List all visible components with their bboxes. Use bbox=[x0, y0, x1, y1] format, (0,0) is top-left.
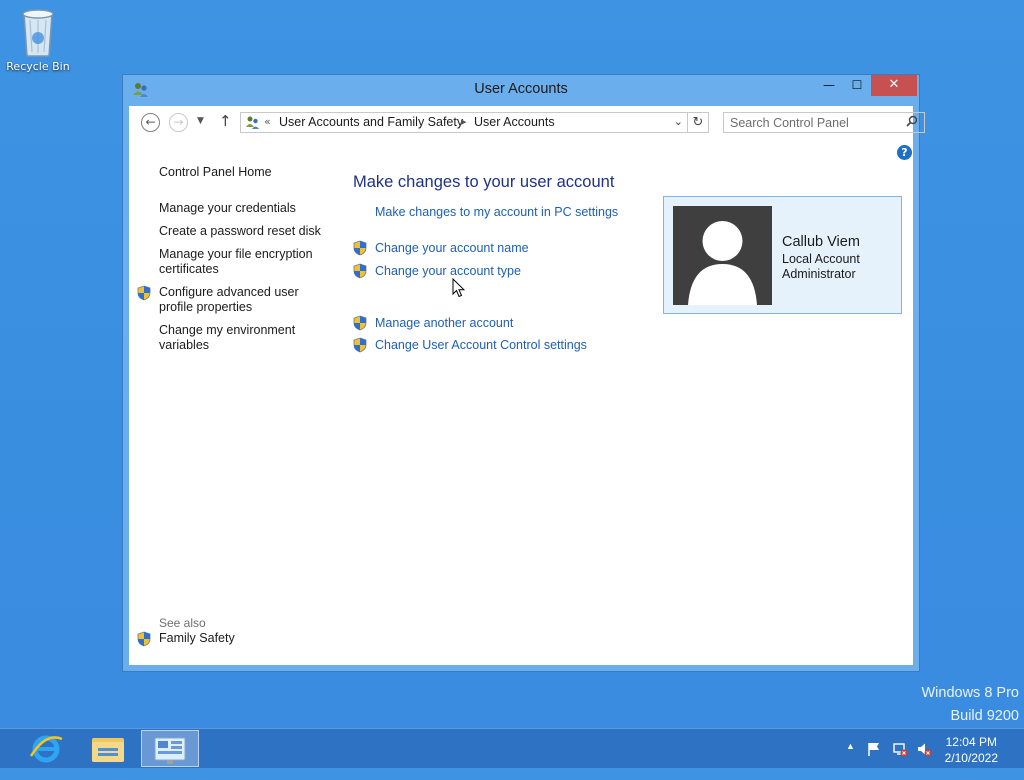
network-disconnected-icon[interactable] bbox=[892, 741, 908, 757]
search-box[interactable] bbox=[723, 112, 925, 133]
control-panel-icon bbox=[245, 115, 260, 130]
recycle-bin-label: Recycle Bin bbox=[6, 60, 70, 73]
refresh-button[interactable]: ↻ bbox=[688, 112, 709, 133]
recent-locations-dropdown[interactable]: ▼ bbox=[197, 116, 204, 126]
uac-shield-icon bbox=[353, 337, 367, 353]
change-account-type-link[interactable]: Change your account type bbox=[375, 264, 521, 279]
change-account-name-link[interactable]: Change your account name bbox=[375, 241, 529, 256]
recycle-bin-icon bbox=[18, 6, 58, 58]
user-avatar-icon bbox=[673, 206, 772, 305]
change-environment-variables-link[interactable]: Change my environment variables bbox=[159, 323, 309, 353]
account-name: Callub Viem bbox=[782, 234, 860, 250]
manage-credentials-link[interactable]: Manage your credentials bbox=[159, 201, 329, 216]
navigation-bar: ← → ▼ ↑ « User Accounts and Family Safet… bbox=[129, 106, 925, 140]
clock-time: 12:04 PM bbox=[945, 735, 997, 749]
manage-file-encryption-certificates-link[interactable]: Manage your file encryption certificates bbox=[159, 247, 319, 277]
title-bar[interactable]: User Accounts — ☐ ✕ bbox=[123, 75, 919, 105]
maximize-button[interactable]: ☐ bbox=[843, 75, 871, 96]
windows-edition-watermark: Windows 8 Pro bbox=[921, 685, 1019, 701]
search-icon[interactable] bbox=[906, 115, 918, 130]
uac-shield-icon bbox=[137, 631, 151, 647]
pc-settings-link[interactable]: Make changes to my account in PC setting… bbox=[375, 205, 618, 220]
up-button[interactable]: ↑ bbox=[219, 112, 232, 130]
close-button[interactable]: ✕ bbox=[871, 75, 917, 96]
account-type: Local Account bbox=[782, 252, 860, 266]
uac-shield-icon bbox=[137, 285, 151, 301]
help-icon[interactable]: ? bbox=[897, 145, 912, 160]
uac-shield-icon bbox=[353, 240, 367, 256]
account-card: Callub Viem Local Account Administrator bbox=[663, 196, 902, 314]
file-explorer-icon bbox=[92, 738, 124, 762]
minimize-button[interactable]: — bbox=[815, 75, 843, 96]
mouse-cursor-icon bbox=[452, 277, 466, 298]
breadcrumb-overflow[interactable]: « bbox=[264, 115, 271, 128]
page-title: Make changes to your user account bbox=[353, 173, 615, 191]
recycle-bin-desktop-icon[interactable]: Recycle Bin bbox=[4, 6, 72, 73]
windows-build-watermark: Build 9200 bbox=[950, 708, 1019, 724]
back-button[interactable]: ← bbox=[141, 113, 160, 132]
clock-date: 2/10/2022 bbox=[944, 751, 998, 765]
taskbar-internet-explorer-button[interactable] bbox=[18, 730, 74, 767]
internet-explorer-icon bbox=[29, 735, 63, 763]
volume-muted-icon[interactable] bbox=[916, 741, 932, 757]
account-role: Administrator bbox=[782, 267, 856, 281]
breadcrumb-separator-icon[interactable]: ▸ bbox=[461, 115, 467, 128]
search-input[interactable] bbox=[730, 114, 900, 131]
forward-button[interactable]: → bbox=[169, 113, 188, 132]
control-panel-icon bbox=[154, 737, 186, 764]
system-clock[interactable]: 12:04 PM 2/10/2022 bbox=[945, 734, 998, 766]
control-panel-home-link[interactable]: Control Panel Home bbox=[159, 165, 329, 180]
uac-shield-icon bbox=[353, 315, 367, 331]
family-safety-link[interactable]: Family Safety bbox=[159, 631, 235, 645]
taskbar-file-explorer-button[interactable] bbox=[80, 730, 136, 767]
taskbar: ▲ 12:04 PM 2/10/2022 bbox=[0, 728, 1024, 768]
see-also-heading: See also bbox=[159, 616, 206, 630]
user-accounts-window: User Accounts — ☐ ✕ ← → ▼ ↑ « User Accou… bbox=[122, 74, 925, 672]
taskbar-control-panel-button[interactable] bbox=[141, 730, 199, 767]
action-center-flag-icon[interactable] bbox=[866, 741, 882, 757]
show-hidden-icons-button[interactable]: ▲ bbox=[846, 741, 855, 780]
create-password-reset-disk-link[interactable]: Create a password reset disk bbox=[159, 224, 329, 239]
breadcrumb-user-accounts[interactable]: User Accounts bbox=[474, 115, 555, 129]
window-title: User Accounts bbox=[474, 81, 568, 97]
configure-advanced-user-profile-link[interactable]: Configure advanced user profile properti… bbox=[159, 285, 309, 315]
manage-another-account-link[interactable]: Manage another account bbox=[375, 316, 513, 331]
content-pane: ? Control Panel Home Manage your credent… bbox=[129, 140, 913, 665]
uac-shield-icon bbox=[353, 263, 367, 279]
change-uac-settings-link[interactable]: Change User Account Control settings bbox=[375, 338, 587, 353]
address-bar[interactable]: « User Accounts and Family Safety ▸ User… bbox=[240, 112, 688, 133]
address-dropdown-icon[interactable]: ⌄ bbox=[674, 115, 683, 128]
breadcrumb-user-accounts-and-family-safety[interactable]: User Accounts and Family Safety bbox=[279, 115, 463, 129]
